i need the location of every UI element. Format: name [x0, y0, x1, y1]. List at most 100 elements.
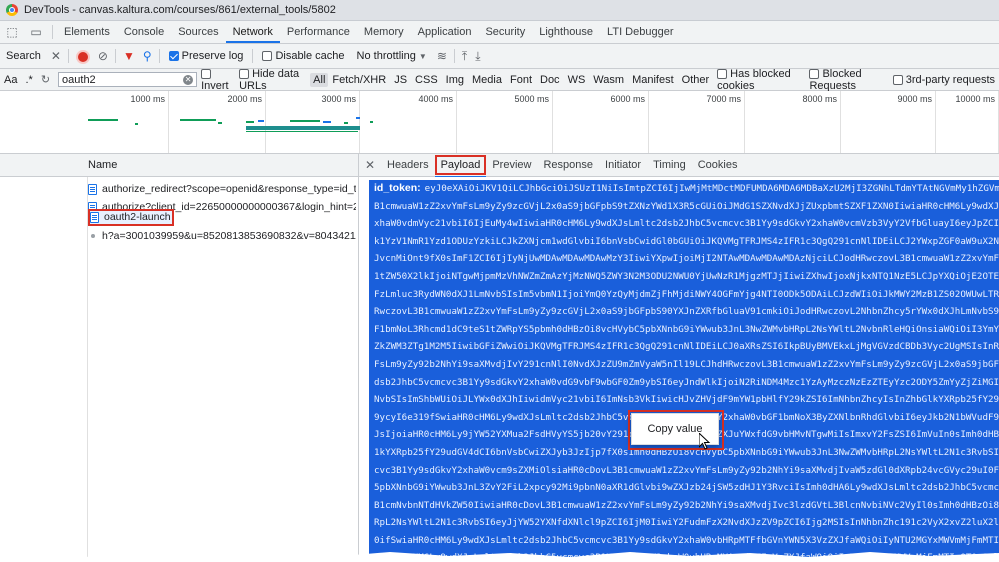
tab-timing[interactable]: Timing	[647, 154, 692, 176]
case-sensitive-toggle[interactable]: Aa	[0, 74, 21, 86]
close-icon[interactable]: ✕	[359, 158, 381, 172]
filter-input[interactable]: oauth2 ✕	[58, 72, 198, 87]
timeline-tick: 1000 ms	[130, 91, 169, 153]
payload-line-text: F1bmNoL3Rhcmd1dC9teS1tZWRpYS5pbmh0dHBzOi…	[374, 323, 999, 335]
tab-initiator[interactable]: Initiator	[599, 154, 647, 176]
filter-bar: Aa .* ↻ oauth2 ✕ Invert Hide data URLs A…	[0, 68, 999, 92]
timeline-bar	[344, 122, 348, 124]
regex-toggle[interactable]: .*	[21, 74, 36, 86]
payload-line: B1cmNvbnNTdHVkZW50IiwiaHR0cDovL3B1cmwuaW…	[369, 497, 999, 515]
timeline-bar	[290, 120, 320, 122]
device-toolbar-icon[interactable]: ▭	[24, 25, 48, 39]
type-filter-doc[interactable]: Doc	[536, 74, 564, 86]
request-list-gutter	[0, 177, 88, 562]
search-icon[interactable]: ⚲	[139, 44, 156, 68]
tab-cookies[interactable]: Cookies	[692, 154, 744, 176]
search-label[interactable]: Search	[0, 50, 47, 62]
download-icon[interactable]: ⤓	[471, 44, 484, 68]
clear-button[interactable]: ⊘	[94, 44, 112, 68]
payload-line-text: NvbSIsImShbWUiOiJLYWx0dXJhIiwidmVyc21vbi…	[374, 394, 999, 406]
timeline-bar	[246, 131, 358, 132]
tab-memory[interactable]: Memory	[357, 21, 411, 43]
column-header-name[interactable]: Name	[88, 154, 117, 176]
type-filter-media[interactable]: Media	[468, 74, 506, 86]
payload-line: JvcnMiOnt9fX0sImF1ZCI6IjIyNjUwMDAwMDAwMD…	[369, 250, 999, 268]
payload-line: RpL2NsYWltL2N1c3RvbSI6eyJjYW52YXNfdXNlcl…	[369, 514, 999, 532]
payload-line-text: B1cmNvbnNTdHVkZW50IiwiaHR0cDovL3B1cmwuaW…	[374, 499, 999, 511]
table-row-selected[interactable]: oauth2-launch	[88, 209, 174, 226]
close-icon[interactable]: ✕	[47, 44, 65, 68]
third-party-checkbox[interactable]: 3rd-party requests	[889, 74, 999, 86]
type-filter-img[interactable]: Img	[442, 74, 468, 86]
clear-filter-icon[interactable]: ✕	[183, 74, 194, 85]
invert-checkbox[interactable]: Invert	[197, 68, 235, 92]
checkbox-icon	[239, 68, 250, 79]
timeline-tick-label: 1000 ms	[130, 94, 165, 104]
type-filter-css[interactable]: CSS	[411, 74, 442, 86]
wifi-icon[interactable]: ≋	[433, 44, 451, 68]
devtools-panel-tabs: ⬚ ▭ Elements Console Sources Network Per…	[0, 21, 999, 44]
type-filter-ws[interactable]: WS	[564, 74, 590, 86]
timeline-bar	[135, 123, 138, 125]
payload-line: cvc3B1Yy9sdGkvY2xhaW0vcm9sZXMiOlsiaHR0cD…	[369, 462, 999, 480]
timeline-tick-label: 9000 ms	[897, 94, 932, 104]
payload-line: dsb2JhbC5vcmcvc3B1Yy9sdGkvY2xhaW0vdG9vbF…	[369, 374, 999, 392]
divider	[158, 49, 160, 63]
refresh-icon[interactable]: ↻	[37, 73, 54, 86]
payload-line-text: RwczovL3B1cmwuaW1zZ2xvYmFsLm9yZy9zcGVjL2…	[374, 306, 999, 318]
inspect-element-icon[interactable]: ⬚	[0, 25, 24, 39]
has-blocked-cookies-checkbox[interactable]: Has blocked cookies	[713, 68, 805, 92]
tab-elements[interactable]: Elements	[57, 21, 117, 43]
payload-line-text: 5pbXNnbG9iYWwub3JnL3ZvY2FiL2xpcy92Mi9pbn…	[374, 482, 999, 494]
payload-line: k1YzV1NmR1Yzd1ODUzYzkiLCJkZXNjcm1wdGlvbi…	[369, 233, 999, 251]
payload-line-text: B1cmwuaW1zZ2xvYmFsLm9yZy9zcGVjL2x0aS9jbG…	[374, 200, 999, 212]
tab-console[interactable]: Console	[117, 21, 171, 43]
tab-lti-debugger[interactable]: LTI Debugger	[600, 21, 680, 43]
upload-icon[interactable]: ⤒	[458, 44, 471, 68]
checkbox-icon	[892, 74, 903, 85]
type-filter-all[interactable]: All	[310, 72, 329, 87]
payload-line-text: 0ifSwiaHR0cHM6Ly9wdXJsLmltc2dsb2JhbC5vcm…	[374, 534, 999, 546]
divider	[114, 49, 116, 63]
tab-security[interactable]: Security	[478, 21, 532, 43]
record-icon	[75, 49, 90, 64]
timeline-tick-label: 2000 ms	[227, 94, 262, 104]
tab-response[interactable]: Response	[537, 154, 599, 176]
type-filter-manifest[interactable]: Manifest	[628, 74, 678, 86]
type-filter-js[interactable]: JS	[390, 74, 411, 86]
id-token-value[interactable]: id_token: eyJ0eXAiOiJKV1QiLCJhbGciOiJSUzI…	[369, 180, 999, 562]
tab-application[interactable]: Application	[411, 21, 479, 43]
tab-performance[interactable]: Performance	[280, 21, 357, 43]
preserve-log-checkbox[interactable]: Preserve log	[163, 50, 250, 62]
timeline-bar	[370, 121, 373, 123]
type-filter-font[interactable]: Font	[506, 74, 536, 86]
checkbox-icon	[717, 68, 728, 79]
type-filter-fetch-xhr[interactable]: Fetch/XHR	[328, 74, 390, 86]
table-row[interactable]: h?a=3001039959&u=8520813853690832&v=8043…	[88, 228, 356, 245]
request-name: h?a=3001039959&u=8520813853690832&v=8043…	[102, 230, 356, 242]
checkbox-icon	[809, 68, 820, 79]
timeline-tick: 5000 ms	[514, 91, 553, 153]
type-filter-other[interactable]: Other	[678, 74, 714, 86]
tab-headers[interactable]: Headers	[381, 154, 435, 176]
hide-data-urls-checkbox[interactable]: Hide data URLs	[235, 68, 310, 92]
payload-line: id_token: eyJ0eXAiOiJKV1QiLCJhbGciOiJSUzI…	[369, 180, 999, 198]
tab-network[interactable]: Network	[225, 21, 280, 43]
filter-icon[interactable]: ▼	[119, 44, 139, 68]
table-row[interactable]: authorize_redirect?scope=openid&response…	[88, 181, 356, 198]
network-timeline-overview[interactable]: 1000 ms 2000 ms 3000 ms 4000 ms 5000 ms …	[0, 91, 999, 154]
filter-input-value: oauth2	[62, 73, 96, 86]
tab-sources[interactable]: Sources	[171, 21, 225, 43]
payload-line-text: cvc3B1Yy9sdGkvY2xhaW0vcm9sZXMiOlsiaHR0cD…	[374, 464, 999, 476]
blocked-requests-checkbox[interactable]: Blocked Requests	[805, 68, 888, 92]
record-button[interactable]	[72, 44, 94, 68]
tab-payload[interactable]: Payload	[434, 155, 487, 178]
disable-cache-checkbox[interactable]: Disable cache	[256, 50, 350, 62]
timeline-bar	[88, 119, 118, 121]
tab-preview[interactable]: Preview	[486, 154, 537, 176]
timeline-tick-label: 7000 ms	[706, 94, 741, 104]
throttling-select[interactable]: No throttling ▼	[351, 50, 433, 62]
has-blocked-cookies-label: Has blocked cookies	[717, 67, 791, 92]
tab-lighthouse[interactable]: Lighthouse	[532, 21, 600, 43]
type-filter-wasm[interactable]: Wasm	[589, 74, 628, 86]
